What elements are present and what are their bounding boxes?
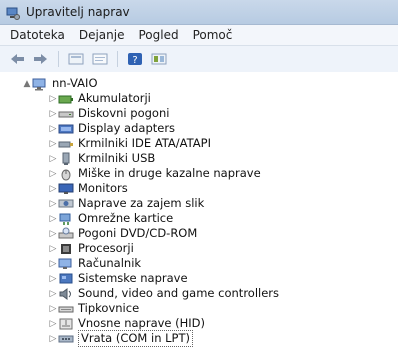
tree-item-label: Display adapters <box>78 121 176 135</box>
expand-arrow-icon[interactable]: ▷ <box>48 184 58 194</box>
tree-item[interactable]: ▷ Krmilniki IDE ATA/ATAPI <box>0 136 398 151</box>
menu-item-pomoc[interactable]: Pomoč <box>193 28 233 42</box>
menu-item-datoteka[interactable]: Datoteka <box>10 28 65 42</box>
computer-icon <box>32 77 48 91</box>
tree-item-label: Sound, video and game controllers <box>78 286 280 300</box>
tree-item-label: Tipkovnice <box>78 301 140 315</box>
forward-icon[interactable] <box>32 51 50 67</box>
back-icon[interactable] <box>8 51 26 67</box>
disk-drive-icon <box>58 107 74 121</box>
toolbar: ? <box>0 46 398 73</box>
expand-arrow-icon[interactable]: ▷ <box>48 319 58 329</box>
tree-item-label: Krmilniki USB <box>78 151 156 165</box>
expand-arrow-icon[interactable]: ▷ <box>48 334 58 344</box>
title-bar: Upravitelj naprav <box>0 0 398 25</box>
expand-arrow-icon[interactable]: ▷ <box>48 94 58 104</box>
window-title: Upravitelj naprav <box>26 5 130 19</box>
tree-item[interactable]: ▷ Miške in druge kazalne naprave <box>0 166 398 181</box>
collapse-arrow-icon[interactable]: ▲ <box>22 79 32 89</box>
expand-arrow-icon[interactable]: ▷ <box>48 259 58 269</box>
expand-arrow-icon[interactable]: ▷ <box>48 244 58 254</box>
tree-item-label: Pogoni DVD/CD-ROM <box>78 226 198 240</box>
expand-arrow-icon[interactable]: ▷ <box>48 214 58 224</box>
usb-controller-icon <box>58 152 74 166</box>
tree-view[interactable]: ▲ nn-VAIO ▷ Akumulatorji ▷ Diskovni pogoni ▷… <box>0 72 398 358</box>
expand-arrow-icon[interactable]: ▷ <box>48 169 58 179</box>
help-icon[interactable]: ? <box>126 51 144 67</box>
battery-icon <box>58 92 74 106</box>
computer-icon <box>58 257 74 271</box>
tree-item[interactable]: ▷ Vrata (COM in LPT) <box>0 330 398 347</box>
expand-arrow-icon[interactable]: ▷ <box>48 154 58 164</box>
port-icon <box>58 332 74 346</box>
ide-controller-icon <box>58 137 74 151</box>
tree-item[interactable]: ▷ Diskovni pogoni <box>0 106 398 121</box>
hid-icon <box>58 317 74 331</box>
expand-arrow-icon[interactable]: ▷ <box>48 274 58 284</box>
tree-item[interactable]: ▷ Naprave za zajem slik <box>0 196 398 211</box>
tree-item[interactable]: ▷ Vnosne naprave (HID) <box>0 316 398 331</box>
tree-item-label: Naprave za zajem slik <box>78 196 205 210</box>
expand-arrow-icon[interactable]: ▷ <box>48 199 58 209</box>
mouse-icon <box>58 167 74 181</box>
display-adapter-icon <box>58 122 74 136</box>
processor-icon <box>58 242 74 256</box>
tree-item-label: Miške in druge kazalne naprave <box>78 166 261 180</box>
tree-item[interactable]: ▷ Računalnik <box>0 256 398 271</box>
expand-arrow-icon[interactable]: ▷ <box>48 124 58 134</box>
tree-item[interactable]: ▷ Pogoni DVD/CD-ROM <box>0 226 398 241</box>
tree-item-label: Procesorji <box>78 241 134 255</box>
tree-item[interactable]: ▷ Sistemske naprave <box>0 271 398 286</box>
expand-arrow-icon[interactable]: ▷ <box>48 139 58 149</box>
device-manager-window: Upravitelj naprav Datoteka Dejanje Pogle… <box>0 0 398 358</box>
svg-text:?: ? <box>132 55 137 66</box>
tree-item-label: Monitors <box>78 181 128 195</box>
device-manager-icon <box>6 5 20 20</box>
tree-item-label: Vrata (COM in LPT) <box>78 330 193 347</box>
toolbar-separator <box>117 51 118 67</box>
keyboard-icon <box>58 302 74 316</box>
tree-item[interactable]: ▷ Monitors <box>0 181 398 196</box>
view-icon[interactable] <box>67 51 85 67</box>
tree-item-label: Omrežne kartice <box>78 211 174 225</box>
tree-item-label: Računalnik <box>78 256 142 270</box>
show-hidden-icon[interactable] <box>150 51 168 67</box>
tree-item[interactable]: ▷ Omrežne kartice <box>0 211 398 226</box>
tree-item[interactable]: ▷ Tipkovnice <box>0 301 398 316</box>
tree-item[interactable]: ▷ Sound, video and game controllers <box>0 286 398 301</box>
tree-item-label: Vnosne naprave (HID) <box>78 316 206 330</box>
properties-icon[interactable] <box>91 51 109 67</box>
network-adapter-icon <box>58 212 74 226</box>
menu-item-dejanje[interactable]: Dejanje <box>79 28 125 42</box>
tree-root-label: nn-VAIO <box>52 76 98 90</box>
imaging-device-icon <box>58 197 74 211</box>
tree-item-label: Krmilniki IDE ATA/ATAPI <box>78 136 211 150</box>
menu-item-pogled[interactable]: Pogled <box>138 28 178 42</box>
toolbar-separator <box>58 51 59 67</box>
tree-root[interactable]: ▲ nn-VAIO <box>0 76 398 91</box>
tree-item[interactable]: ▷ Display adapters <box>0 121 398 136</box>
expand-arrow-icon[interactable]: ▷ <box>48 304 58 314</box>
tree-item-label: Diskovni pogoni <box>78 106 170 120</box>
expand-arrow-icon[interactable]: ▷ <box>48 289 58 299</box>
tree-item[interactable]: ▷ Akumulatorji <box>0 91 398 106</box>
expand-arrow-icon[interactable]: ▷ <box>48 229 58 239</box>
tree-item-label: Sistemske naprave <box>78 271 188 285</box>
system-device-icon <box>58 272 74 286</box>
sound-icon <box>58 287 74 301</box>
expand-arrow-icon[interactable]: ▷ <box>48 109 58 119</box>
tree-item[interactable]: ▷ Procesorji <box>0 241 398 256</box>
menu-bar: Datoteka Dejanje Pogled Pomoč <box>0 25 398 46</box>
monitor-icon <box>58 182 74 196</box>
dvd-drive-icon <box>58 227 74 241</box>
tree-item-label: Akumulatorji <box>78 91 151 105</box>
tree-item[interactable]: ▷ Krmilniki USB <box>0 151 398 166</box>
